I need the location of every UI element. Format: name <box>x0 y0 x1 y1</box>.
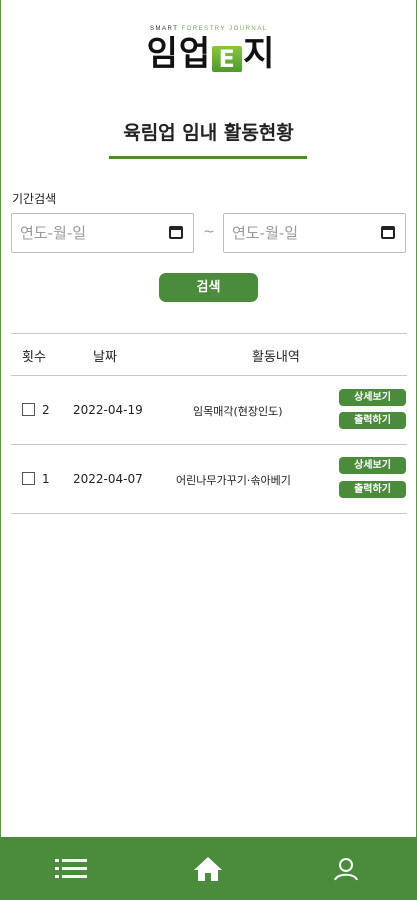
start-date-input[interactable]: 연도-월-일 <box>11 213 194 253</box>
nav-home[interactable] <box>178 837 238 900</box>
bottom-navigation <box>0 837 417 900</box>
logo-e-mark: E <box>212 46 243 72</box>
calendar-icon[interactable] <box>381 226 395 239</box>
logo-subtitle-journal: FORESTRY JOURNAL <box>181 26 268 32</box>
date-range-separator: ~ <box>203 224 215 240</box>
table-top-divider <box>11 333 407 334</box>
row-checkbox[interactable] <box>22 472 35 485</box>
menu-icon[interactable] <box>55 858 87 880</box>
nav-menu[interactable] <box>41 837 101 900</box>
user-icon[interactable] <box>334 857 358 881</box>
row-activity: 임목매각(현장인도) <box>193 405 283 418</box>
row-date: 2022-04-07 <box>73 472 143 486</box>
search-button[interactable]: 검색 <box>159 273 258 302</box>
table-row: 1 2022-04-07 어린나무가꾸기·솎아베기 상세보기 출력하기 <box>0 445 417 513</box>
row-checkbox[interactable] <box>22 403 35 416</box>
column-header-activity: 활동내역 <box>252 350 300 365</box>
table-bottom-divider <box>11 513 407 514</box>
row-date: 2022-04-19 <box>73 403 143 417</box>
logo-subtitle: SMART FORESTRY JOURNAL <box>150 26 268 32</box>
print-button[interactable]: 출력하기 <box>339 412 406 429</box>
home-icon[interactable] <box>193 856 223 882</box>
period-search-label: 기간검색 <box>12 192 57 206</box>
column-header-count: 횟수 <box>22 350 46 365</box>
end-date-placeholder: 연도-월-일 <box>232 224 299 242</box>
detail-button[interactable]: 상세보기 <box>339 457 406 474</box>
column-header-date: 날짜 <box>93 350 117 365</box>
page-title: 육림업 임내 활동현황 <box>123 122 294 144</box>
logo-subtitle-smart: SMART <box>150 26 179 32</box>
row-count: 1 <box>42 472 50 486</box>
row-count: 2 <box>42 403 50 417</box>
logo-wordmark: 임업 E 지 <box>141 34 281 74</box>
end-date-input[interactable]: 연도-월-일 <box>223 213 406 253</box>
logo-name-before: 임업 <box>146 34 212 74</box>
start-date-placeholder: 연도-월-일 <box>20 224 87 242</box>
print-button[interactable]: 출력하기 <box>339 481 406 498</box>
logo-name-after: 지 <box>243 34 276 74</box>
nav-profile[interactable] <box>316 837 376 900</box>
calendar-icon[interactable] <box>169 226 183 239</box>
detail-button[interactable]: 상세보기 <box>339 389 406 406</box>
row-activity: 어린나무가꾸기·솎아베기 <box>176 474 291 487</box>
title-underline <box>109 156 307 159</box>
table-row: 2 2022-04-19 임목매각(현장인도) 상세보기 출력하기 <box>0 376 417 444</box>
